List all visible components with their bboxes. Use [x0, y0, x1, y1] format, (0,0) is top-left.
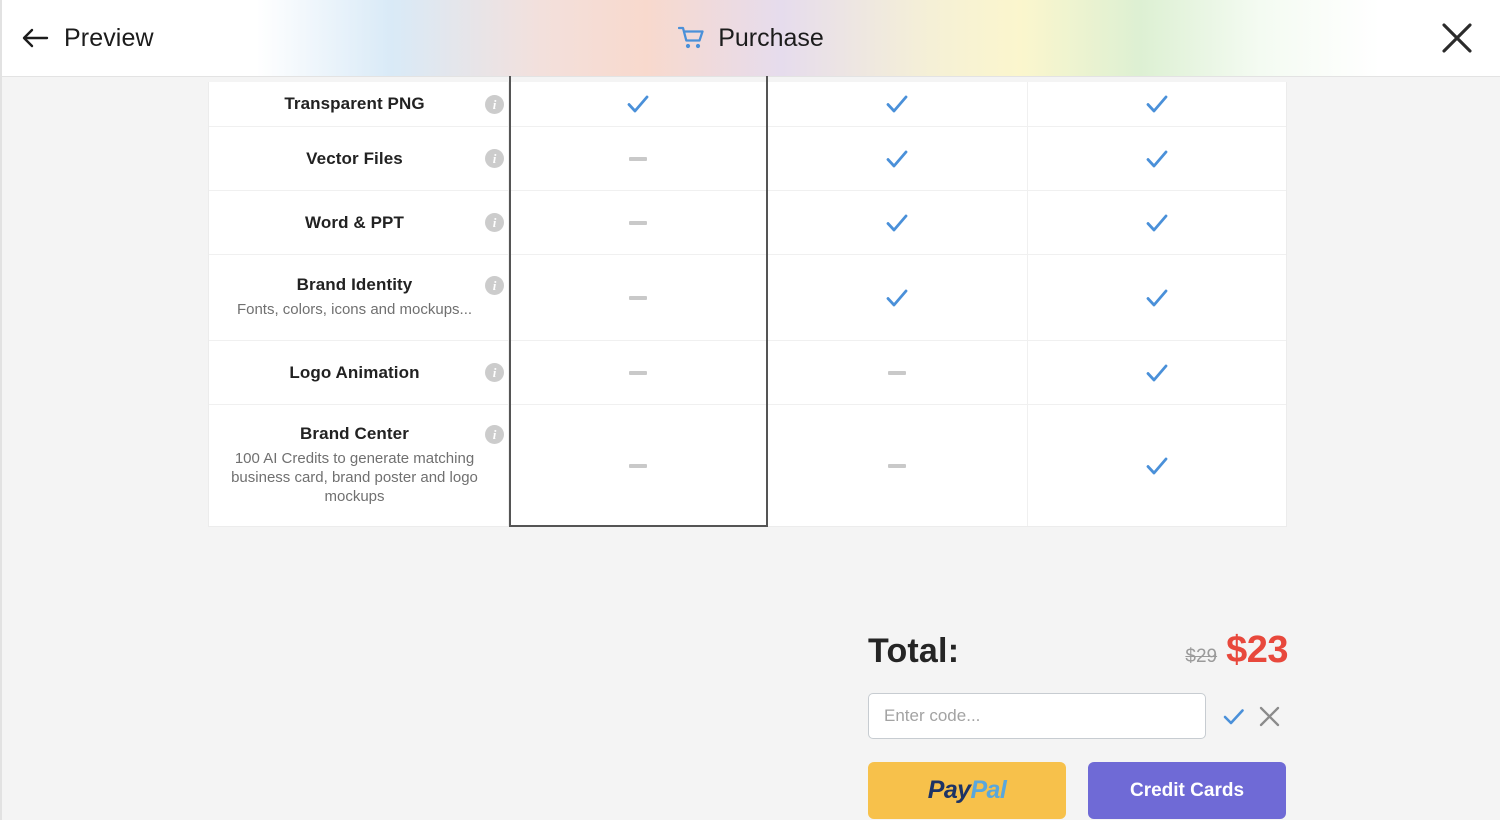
modal-header: Preview Purchase — [2, 0, 1500, 77]
feature-description: Fonts, colors, icons and mockups... — [236, 301, 473, 319]
credit-cards-button[interactable]: Credit Cards — [1088, 762, 1286, 819]
total-label: Total: — [868, 632, 960, 670]
back-button[interactable]: Preview — [2, 23, 154, 53]
feature-title-row: Brand Center i — [219, 424, 504, 444]
feature-title-row: Transparent PNG i — [219, 94, 504, 114]
feature-title-row: Logo Animation i — [219, 362, 504, 383]
promo-code-input[interactable] — [868, 693, 1206, 739]
feature-excluded-cell — [768, 405, 1028, 526]
feature-included-cell — [1028, 82, 1286, 126]
table-row: Word & PPT i — [209, 191, 1286, 255]
feature-excluded-cell — [509, 127, 769, 190]
check-icon — [1144, 360, 1170, 386]
feature-included-cell — [509, 82, 769, 126]
feature-title: Brand Center — [300, 424, 409, 444]
feature-title-row: Word & PPT i — [219, 212, 504, 233]
promo-code-row — [868, 693, 1288, 739]
dash-icon — [629, 370, 648, 375]
feature-included-cell — [1028, 341, 1286, 404]
feature-title: Vector Files — [306, 148, 403, 168]
header-title-group: Purchase — [2, 24, 1500, 53]
page-title: Purchase — [718, 23, 824, 52]
feature-included-cell — [1028, 191, 1286, 254]
check-icon — [884, 285, 910, 311]
paypal-logo-pal: Pal — [970, 776, 1007, 804]
paypal-logo-pay: Pay — [927, 776, 971, 804]
dash-icon — [629, 295, 648, 300]
feature-included-cell — [1028, 405, 1286, 526]
table-row: Brand Center i 100 AI Credits to generate … — [209, 405, 1286, 526]
dash-icon — [888, 463, 907, 468]
feature-cell: Brand Center i 100 AI Credits to generate … — [209, 405, 509, 526]
feature-title: Brand Identity — [296, 275, 413, 295]
modal-body: Transparent PNG i Vector Files i Word & PPT i… — [2, 76, 1500, 820]
check-icon — [1223, 708, 1244, 724]
feature-excluded-cell — [509, 405, 769, 526]
close-icon — [1260, 706, 1280, 726]
checkout-panel: Total: $29 $23 Enter code... PayPal Cred… — [868, 629, 1288, 820]
arrow-left-icon — [20, 23, 50, 53]
payment-buttons: PayPal Credit Cards — [868, 762, 1288, 819]
feature-excluded-cell — [768, 341, 1028, 404]
dash-icon — [629, 463, 648, 468]
total-row: Total: $29 $23 — [868, 629, 1288, 683]
purchase-modal: Preview Purchase Transparent PNG i Vector … — [0, 0, 1500, 820]
feature-included-cell — [768, 255, 1028, 340]
table-row: Vector Files i — [209, 127, 1286, 191]
feature-cell: Logo Animation i — [209, 341, 509, 404]
check-icon — [1144, 285, 1170, 311]
table-row: Brand Identity i Fonts, colors, icons and … — [209, 255, 1286, 341]
feature-title: Logo Animation — [289, 362, 420, 382]
table-row: Transparent PNG i — [209, 82, 1286, 127]
check-icon — [1144, 210, 1170, 236]
check-icon — [884, 146, 910, 172]
check-icon — [884, 210, 910, 236]
info-icon[interactable]: i — [485, 275, 504, 295]
feature-title: Word & PPT — [305, 212, 404, 232]
info-icon[interactable]: i — [485, 213, 504, 232]
apply-code-button[interactable] — [1215, 697, 1252, 735]
feature-title-row: Brand Identity i — [219, 275, 504, 295]
close-button[interactable] — [1436, 17, 1478, 59]
check-icon — [1144, 91, 1170, 117]
check-icon — [1144, 453, 1170, 479]
feature-included-cell — [768, 127, 1028, 190]
original-price: $29 — [1185, 646, 1218, 667]
feature-cell: Word & PPT i — [209, 191, 509, 254]
info-icon[interactable]: i — [485, 363, 504, 382]
feature-title-row: Vector Files i — [219, 148, 504, 169]
info-icon[interactable]: i — [485, 94, 504, 114]
feature-title: Transparent PNG — [284, 94, 425, 113]
clear-code-button[interactable] — [1251, 697, 1288, 735]
feature-included-cell — [768, 82, 1028, 126]
feature-description: 100 AI Credits to generate matching busi… — [231, 450, 478, 505]
feature-cell: Vector Files i — [209, 127, 509, 190]
total-prices: $29 $23 — [1185, 629, 1288, 672]
feature-excluded-cell — [509, 255, 769, 340]
dash-icon — [888, 370, 907, 375]
feature-cell: Transparent PNG i — [209, 82, 509, 126]
check-icon — [1144, 146, 1170, 172]
check-icon — [625, 91, 651, 117]
feature-cell: Brand Identity i Fonts, colors, icons and … — [209, 255, 509, 340]
paypal-logo: PayPal — [927, 776, 1007, 805]
feature-excluded-cell — [509, 341, 769, 404]
feature-included-cell — [768, 191, 1028, 254]
info-icon[interactable]: i — [485, 149, 504, 168]
table-row: Logo Animation i — [209, 341, 1286, 405]
info-icon[interactable]: i — [485, 424, 504, 444]
plan-comparison-table: Transparent PNG i Vector Files i Word & PPT i… — [208, 76, 1287, 527]
dash-icon — [629, 220, 648, 225]
check-icon — [884, 91, 910, 117]
discounted-price: $23 — [1226, 629, 1288, 671]
feature-included-cell — [1028, 127, 1286, 190]
feature-included-cell — [1028, 255, 1286, 340]
close-icon — [1442, 23, 1472, 53]
shopping-cart-icon — [678, 26, 705, 50]
paypal-button[interactable]: PayPal — [868, 762, 1066, 819]
feature-excluded-cell — [509, 191, 769, 254]
back-button-label: Preview — [64, 23, 154, 52]
dash-icon — [629, 156, 648, 161]
